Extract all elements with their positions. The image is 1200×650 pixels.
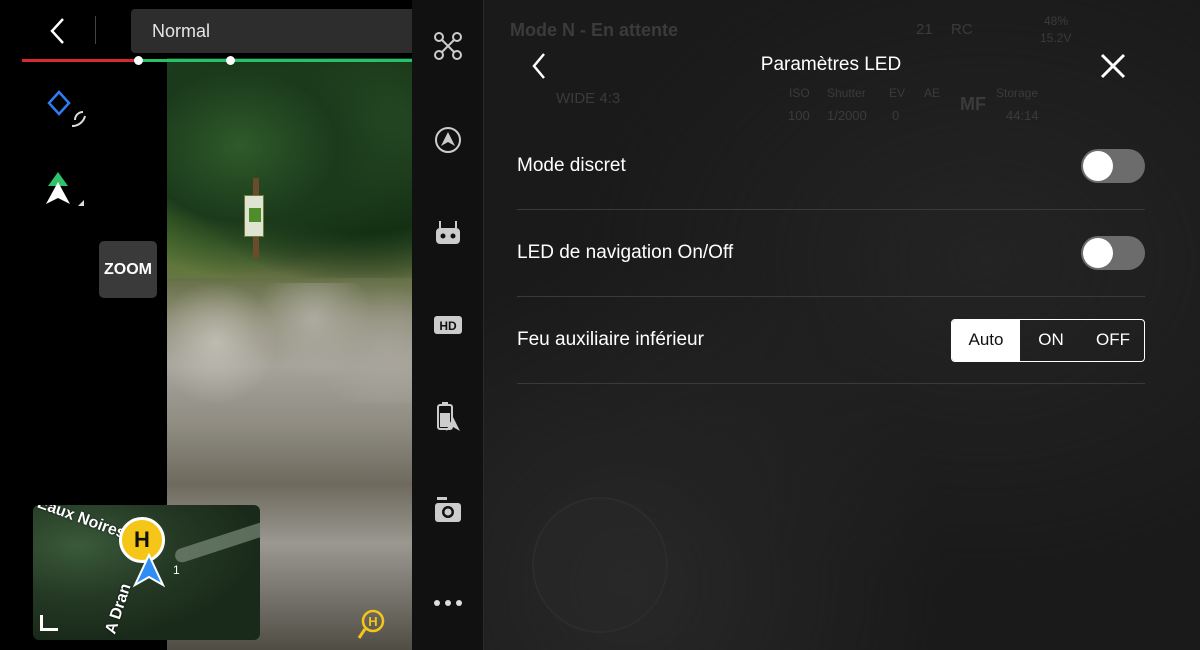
ghost-mf: MF [960,94,986,114]
led-settings-panel: Mode N - En attente 21 RC 48% 15.2V WIDE… [484,0,1200,650]
aircraft-arrow-icon [132,553,166,588]
zoom-button[interactable]: ZOOM [99,241,157,298]
auxiliary-light-segmented-control: Auto ON OFF [951,318,1145,362]
toggle-knob [1083,238,1113,268]
timeline-marker [134,56,143,65]
panel-title: Paramètres LED [760,54,902,75]
close-button[interactable] [1095,48,1131,84]
aircraft-position-icon[interactable] [44,170,86,212]
timeline-marker [226,56,235,65]
home-point-icon[interactable]: H [356,607,390,641]
map-label: Eaux Noires [35,505,128,543]
camera-settings-icon[interactable] [429,491,467,529]
map-label: A Dran [102,581,135,637]
navigation-led-toggle[interactable] [1081,236,1145,270]
setting-label: Feu auxiliaire inférieur [517,329,704,350]
ghost-battery: 48% [1044,14,1069,28]
more-icon[interactable] [429,584,467,622]
segment-on[interactable]: ON [1020,320,1082,361]
close-icon [1100,53,1126,79]
timeline-bar-red [22,59,134,62]
back-button[interactable] [40,14,76,48]
camera-feed-sign [244,195,264,237]
vision-positioning-icon[interactable] [45,90,89,134]
panel-header: Paramètres LED [484,36,1200,96]
mode-discret-toggle[interactable] [1081,149,1145,183]
camera-feed-gravel [167,283,412,403]
hd-label: HD [439,319,457,333]
hd-transmission-icon[interactable]: HD [429,306,467,344]
setting-label: Mode discret [517,155,626,176]
map-road [173,519,260,565]
setting-row-mode-discret: Mode discret [517,123,1145,210]
map-number: 1 [173,563,180,577]
ghost-storage-value: 44:14 [1006,108,1039,123]
obstacle-avoidance-icon[interactable] [429,121,467,159]
remote-controller-icon[interactable] [429,214,467,252]
top-divider [95,16,96,44]
battery-icon[interactable] [429,398,467,436]
minimap[interactable]: Eaux Noires A Dran 1 H [33,505,260,640]
setting-row-navigation-led: LED de navigation On/Off [517,210,1145,297]
setting-row-auxiliary-light: Feu auxiliaire inférieur Auto ON OFF [517,297,1145,384]
drone-icon[interactable] [429,27,467,65]
camera-feed-trees [167,58,412,278]
camera-view: Normal ZOOM Eaux Noires A Dran 1 H H [0,0,412,650]
setting-label: LED de navigation On/Off [517,242,734,263]
segment-auto[interactable]: Auto [952,319,1020,361]
ghost-ev-value: 0 [892,108,900,123]
flight-mode-pill[interactable]: Normal [131,9,412,53]
ghost-shutter-value: 1/2000 [827,108,867,123]
toggle-knob [1083,151,1113,181]
camera-top-bar: Normal [0,0,412,60]
map-expand-icon[interactable] [40,615,58,631]
settings-sidebar: HD [412,0,484,650]
ghost-attitude-indicator [532,497,668,633]
svg-text:H: H [368,614,377,629]
ghost-iso-value: 100 [788,108,810,123]
segment-off[interactable]: OFF [1082,320,1144,361]
chevron-left-icon [50,18,64,44]
